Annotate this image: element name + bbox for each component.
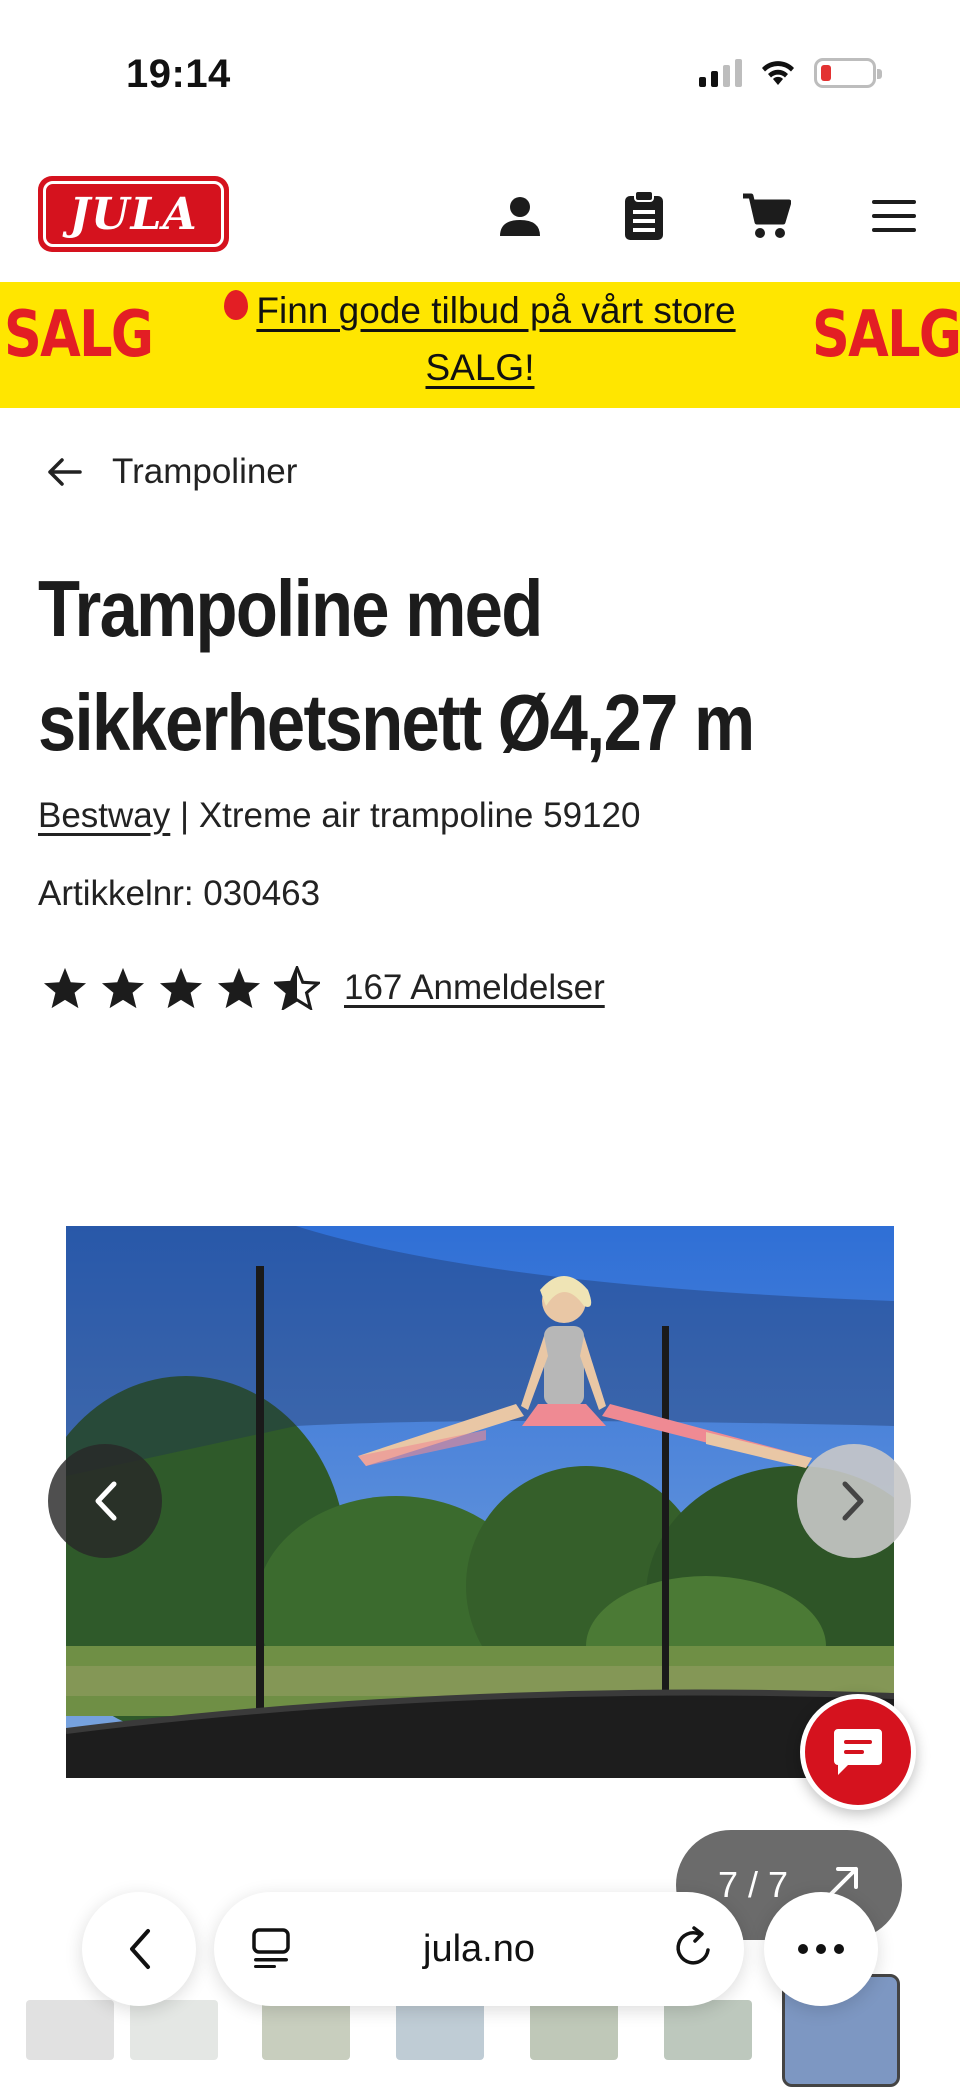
cart-icon[interactable] bbox=[738, 188, 794, 244]
battery-icon bbox=[814, 58, 882, 88]
promo-banner[interactable]: SALG Finn gode tilbud på vårt store SALG… bbox=[0, 282, 960, 408]
more-icon bbox=[798, 1944, 844, 1954]
browser-back-button[interactable] bbox=[82, 1892, 196, 2006]
brand-link[interactable]: Bestway bbox=[38, 796, 170, 835]
product-image[interactable] bbox=[66, 1226, 894, 1778]
chevron-left-icon bbox=[95, 1481, 117, 1521]
cellular-signal-icon bbox=[699, 59, 742, 87]
jula-logo[interactable]: JULA bbox=[38, 176, 229, 252]
star-icon bbox=[101, 967, 145, 1009]
arrow-left-icon[interactable] bbox=[46, 457, 82, 487]
site-header: JULA bbox=[0, 150, 960, 282]
gallery-prev-button[interactable] bbox=[48, 1444, 162, 1558]
chevron-right-icon bbox=[842, 1481, 864, 1521]
product-model: Xtreme air trampoline 59120 bbox=[198, 796, 641, 835]
status-bar: 19:14 bbox=[0, 0, 960, 150]
promo-sale-badge-left: SALG bbox=[4, 298, 154, 372]
half-star-icon bbox=[274, 966, 320, 1010]
browser-toolbar: jula.no bbox=[0, 1880, 960, 2020]
promo-link[interactable]: Finn gode tilbud på vårt store SALG! bbox=[256, 290, 735, 388]
product-title: Trampoline med sikkerhetsnett Ø4,27 m bbox=[38, 564, 755, 767]
breadcrumb[interactable]: Trampoliner bbox=[46, 452, 297, 492]
address-bar[interactable]: jula.no bbox=[214, 1892, 744, 2006]
browser-more-button[interactable] bbox=[764, 1892, 878, 2006]
reviews-link[interactable]: 167 Anmeldelser bbox=[344, 968, 605, 1008]
star-icon bbox=[159, 967, 203, 1009]
status-icons bbox=[699, 58, 882, 88]
account-icon[interactable] bbox=[492, 188, 548, 244]
product-subtitle: Bestway | Xtreme air trampoline 59120 bbox=[38, 796, 640, 836]
star-icon bbox=[217, 967, 261, 1009]
gallery-next-button[interactable] bbox=[797, 1444, 911, 1558]
chevron-left-icon bbox=[130, 1929, 150, 1969]
chat-icon bbox=[834, 1729, 882, 1775]
article-number: Artikkelnr: 030463 bbox=[38, 874, 321, 913]
promo-message[interactable]: Finn gode tilbud på vårt store SALG! bbox=[190, 282, 770, 396]
status-time: 19:14 bbox=[126, 52, 231, 96]
menu-icon[interactable] bbox=[866, 188, 922, 244]
reload-icon[interactable] bbox=[674, 1926, 714, 1968]
shopping-list-icon[interactable] bbox=[616, 188, 672, 244]
logo-text: JULA bbox=[69, 188, 198, 240]
url-text: jula.no bbox=[423, 1928, 535, 1970]
star-icon bbox=[43, 967, 87, 1009]
balloon-icon bbox=[224, 290, 249, 321]
promo-sale-badge-right: SALG bbox=[812, 298, 960, 372]
rating[interactable]: 167 Anmeldelser bbox=[42, 966, 605, 1010]
chat-button[interactable] bbox=[800, 1694, 916, 1810]
subtitle-separator: | bbox=[170, 796, 199, 835]
wifi-icon bbox=[762, 61, 794, 85]
star-rating bbox=[42, 966, 320, 1010]
breadcrumb-label[interactable]: Trampoliner bbox=[112, 452, 297, 492]
